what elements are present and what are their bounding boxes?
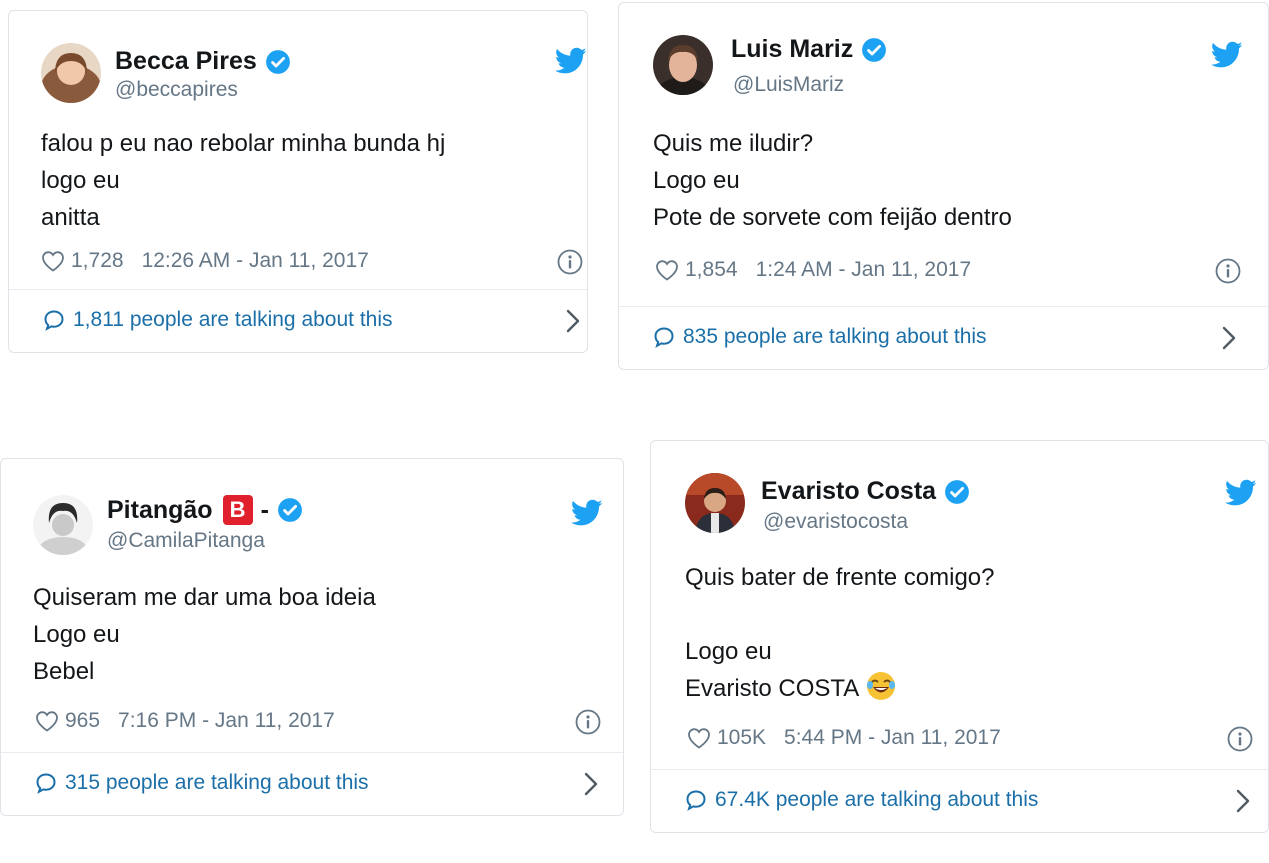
- chevron-right-icon[interactable]: [1235, 788, 1251, 814]
- talking-text[interactable]: 67.4K people are talking about this: [715, 788, 1038, 812]
- timestamp[interactable]: 1:24 AM - Jan 11, 2017: [756, 258, 972, 282]
- tweet-line-with-emoji: Evaristo COSTA: [685, 670, 995, 707]
- tweet-line: anitta: [41, 204, 100, 231]
- avatar[interactable]: [33, 495, 93, 555]
- info-icon[interactable]: [557, 249, 583, 275]
- talking-link[interactable]: 67.4K people are talking about this: [685, 788, 1038, 812]
- tweet-footer[interactable]: 1,811 people are talking about this: [9, 289, 587, 352]
- talking-text[interactable]: 315 people are talking about this: [65, 771, 369, 795]
- user-name-text[interactable]: Pitangão: [107, 496, 213, 525]
- chevron-right-icon[interactable]: [1221, 325, 1237, 351]
- verified-icon: [277, 497, 303, 523]
- talking-link[interactable]: 835 people are talking about this: [653, 325, 987, 349]
- tweet-line: Bebel: [33, 658, 95, 685]
- talking-text[interactable]: 1,811 people are talking about this: [73, 308, 393, 332]
- timestamp[interactable]: 12:26 AM - Jan 11, 2017: [142, 249, 369, 273]
- tweet-line: [685, 596, 995, 633]
- name-suffix: -: [260, 495, 269, 524]
- heart-icon[interactable]: [655, 259, 679, 281]
- tweet-footer[interactable]: 315 people are talking about this: [1, 752, 623, 815]
- user-name-text[interactable]: Becca Pires: [115, 47, 257, 76]
- tweet-line: Quiseram me dar uma boa ideia: [33, 584, 376, 611]
- timestamp[interactable]: 5:44 PM - Jan 11, 2017: [784, 726, 1001, 750]
- like-count[interactable]: 965: [65, 709, 100, 733]
- timestamp[interactable]: 7:16 PM - Jan 11, 2017: [118, 709, 335, 733]
- tweet-text: Quis bater de frente comigo? Logo eu Eva…: [685, 559, 995, 707]
- tweet-line: Logo eu: [653, 167, 740, 194]
- avatar[interactable]: [41, 43, 101, 103]
- user-name-text[interactable]: Evaristo Costa: [761, 477, 936, 506]
- tweet-line: Logo eu: [685, 638, 772, 665]
- talking-text[interactable]: 835 people are talking about this: [683, 325, 987, 349]
- info-icon[interactable]: [575, 709, 601, 735]
- chevron-right-icon[interactable]: [565, 308, 581, 334]
- tweet-text: Quis me iludir? Logo eu Pote de sorvete …: [653, 125, 1012, 236]
- like-count[interactable]: 105K: [717, 726, 766, 750]
- user-handle[interactable]: @CamilaPitanga: [107, 529, 265, 553]
- verified-icon: [861, 37, 887, 63]
- like-count[interactable]: 1,854: [685, 258, 738, 282]
- avatar[interactable]: [685, 473, 745, 533]
- comment-bubble-icon: [43, 309, 65, 331]
- twitter-bird-icon[interactable]: [571, 499, 603, 527]
- tweet-card-pitangao[interactable]: Pitangão B - @CamilaPitanga Quiseram me …: [0, 458, 624, 816]
- comment-bubble-icon: [653, 326, 675, 348]
- tweet-line: Pote de sorvete com feijão dentro: [653, 204, 1012, 231]
- tweet-text: falou p eu nao rebolar minha bunda hj lo…: [41, 125, 445, 236]
- user-handle[interactable]: @evaristocosta: [763, 510, 908, 534]
- heart-icon[interactable]: [35, 710, 59, 732]
- tweet-meta: 105K 5:44 PM - Jan 11, 2017: [687, 726, 1001, 750]
- tweet-line: Evaristo COSTA: [685, 675, 860, 702]
- tweet-line: Quis me iludir?: [653, 130, 814, 157]
- user-handle[interactable]: @LuisMariz: [733, 73, 844, 97]
- user-name[interactable]: Luis Mariz: [731, 35, 887, 64]
- comment-bubble-icon: [685, 789, 707, 811]
- chevron-right-icon[interactable]: [583, 771, 599, 797]
- user-handle[interactable]: @beccapires: [115, 78, 238, 102]
- tweet-text: Quiseram me dar uma boa ideia Logo eu Be…: [33, 579, 376, 690]
- tweet-card-evaristo-costa[interactable]: Evaristo Costa @evaristocosta Quis bater…: [650, 440, 1269, 833]
- tweet-meta: 1,728 12:26 AM - Jan 11, 2017: [41, 249, 369, 273]
- twitter-bird-icon[interactable]: [1211, 41, 1243, 69]
- user-name[interactable]: Evaristo Costa: [761, 477, 970, 506]
- verified-icon: [944, 479, 970, 505]
- info-icon[interactable]: [1227, 726, 1253, 752]
- talking-link[interactable]: 315 people are talking about this: [35, 771, 369, 795]
- comment-bubble-icon: [35, 772, 57, 794]
- tweet-footer[interactable]: 67.4K people are talking about this: [651, 769, 1268, 832]
- talking-link[interactable]: 1,811 people are talking about this: [43, 308, 393, 332]
- tweet-footer[interactable]: 835 people are talking about this: [619, 306, 1268, 369]
- tweet-meta: 1,854 1:24 AM - Jan 11, 2017: [655, 258, 971, 282]
- tweet-line: Logo eu: [33, 621, 120, 648]
- user-name[interactable]: Pitangão B -: [107, 495, 303, 525]
- tweet-line: falou p eu nao rebolar minha bunda hj: [41, 130, 446, 157]
- heart-icon[interactable]: [41, 250, 65, 272]
- twitter-bird-icon[interactable]: [555, 47, 587, 75]
- tweet-line: Quis bater de frente comigo?: [685, 564, 995, 591]
- letter-b-badge-icon: B: [222, 495, 253, 525]
- like-count[interactable]: 1,728: [71, 249, 124, 273]
- tweet-card-luis-mariz[interactable]: Luis Mariz @LuisMariz Quis me iludir? Lo…: [618, 2, 1269, 370]
- info-icon[interactable]: [1215, 258, 1241, 284]
- avatar[interactable]: [653, 35, 713, 95]
- tears-of-joy-emoji: [865, 670, 897, 702]
- user-name[interactable]: Becca Pires: [115, 47, 291, 76]
- tweet-card-becca-pires[interactable]: Becca Pires @beccapires falou p eu nao r…: [8, 10, 588, 353]
- verified-icon: [265, 49, 291, 75]
- twitter-bird-icon[interactable]: [1225, 479, 1257, 507]
- tweet-meta: 965 7:16 PM - Jan 11, 2017: [35, 709, 335, 733]
- tweet-line: logo eu: [41, 167, 120, 194]
- heart-icon[interactable]: [687, 727, 711, 749]
- user-name-text[interactable]: Luis Mariz: [731, 35, 853, 64]
